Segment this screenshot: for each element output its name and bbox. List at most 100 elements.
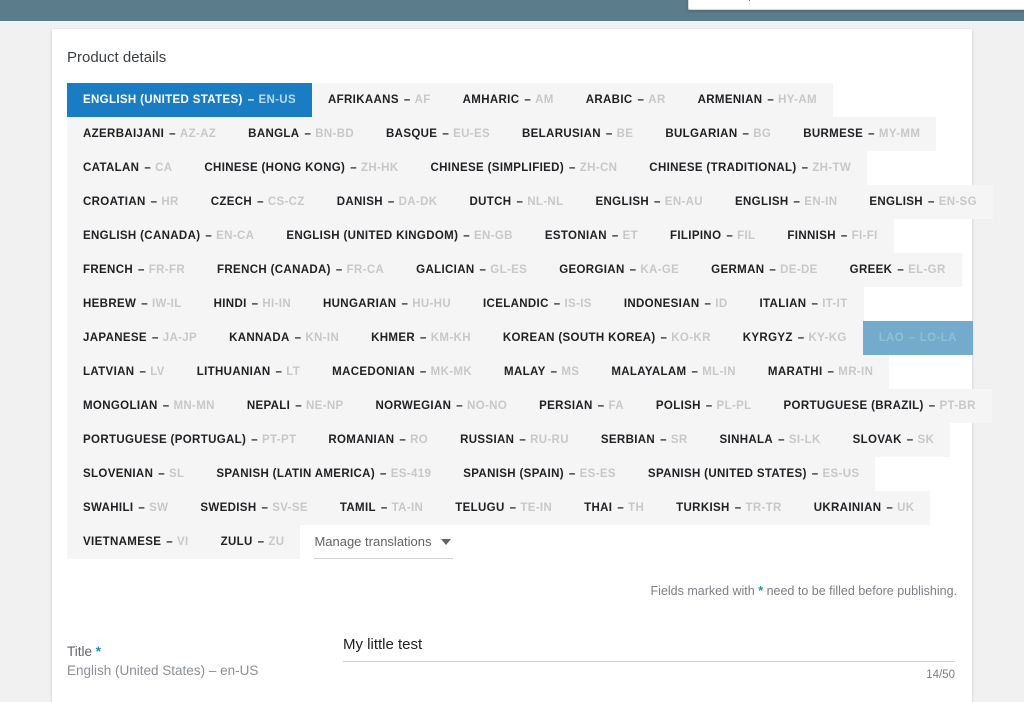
language-tab-lv[interactable]: LATVIAN – LV (67, 355, 181, 389)
language-tab-code: HI-IN (262, 298, 291, 310)
language-tab-ta-in[interactable]: TAMIL – TA-IN (323, 491, 440, 525)
language-tab-it-it[interactable]: ITALIAN – IT-IT (743, 287, 864, 321)
language-tab-code: ES-ES (579, 468, 616, 480)
language-tab-no-no[interactable]: NORWEGIAN – NO-NO (359, 389, 524, 423)
language-tab-ro[interactable]: ROMANIAN – RO (312, 423, 445, 457)
language-tab-ja-jp[interactable]: JAPANESE – JA-JP (67, 321, 214, 355)
language-tab-en-ca[interactable]: ENGLISH (CANADA) – EN-CA (67, 219, 271, 253)
language-tab-km-kh[interactable]: KHMER – KM-KH (355, 321, 487, 355)
language-tab-ky-kg[interactable]: KYRGYZ – KY-KG (726, 321, 863, 355)
language-tab-es-419[interactable]: SPANISH (LATIN AMERICA) – ES-419 (200, 457, 448, 491)
language-tab-en-sg[interactable]: ENGLISH – EN-SG (853, 185, 993, 219)
language-tab-sv-se[interactable]: SWEDISH – SV-SE (184, 491, 324, 525)
language-tab-ru-ru[interactable]: RUSSIAN – RU-RU (444, 423, 585, 457)
language-tab-name: SPANISH (LATIN AMERICA) (216, 468, 376, 480)
language-tab-lo-la[interactable]: LAO – LO-LA (862, 321, 973, 355)
manage-translations-dropdown[interactable]: Manage translations (314, 525, 453, 559)
language-tab-sr[interactable]: SERBIAN – SR (584, 423, 704, 457)
language-tab-name: CHINESE (TRADITIONAL) (649, 162, 797, 174)
language-tab-row: LATVIAN – LV LITHUANIAN – LT MACEDONIAN – MK-MK M… (67, 355, 957, 389)
language-tab-kn-in[interactable]: KANNADA – KN-IN (213, 321, 356, 355)
language-tab-pt-pt[interactable]: PORTUGUESE (PORTUGAL) – PT-PT (67, 423, 313, 457)
language-tab-zh-tw[interactable]: CHINESE (TRADITIONAL) – ZH-TW (633, 151, 868, 185)
language-tab-pt-br[interactable]: PORTUGUESE (BRAZIL) – PT-BR (767, 389, 992, 423)
language-tab-cs-cz[interactable]: CZECH – CS-CZ (194, 185, 321, 219)
language-tab-fr-fr[interactable]: FRENCH – FR-FR (67, 253, 202, 287)
language-tab-fa[interactable]: PERSIAN – FA (523, 389, 640, 423)
language-tab-zu[interactable]: ZULU – ZU (204, 525, 301, 559)
language-tab-sk[interactable]: SLOVAK – SK (836, 423, 951, 457)
language-tab-eu-es[interactable]: BASQUE – EU-ES (370, 117, 506, 151)
language-tab-te-in[interactable]: TELUGU – TE-IN (439, 491, 569, 525)
language-tab-am[interactable]: AMHARIC – AM (446, 83, 570, 117)
language-tab-ko-kr[interactable]: KOREAN (SOUTH KOREA) – KO-KR (486, 321, 727, 355)
language-tab-row: SWAHILI – SW SWEDISH – SV-SE TAMIL – TA-IN TELUGU… (67, 491, 957, 525)
language-tab-code: PT-PT (262, 434, 297, 446)
language-tab-my-mm[interactable]: BURMESE – MY-MM (787, 117, 937, 151)
language-tab-es-es[interactable]: SPANISH (SPAIN) – ES-ES (447, 457, 632, 491)
text-cursor-icon (749, 0, 750, 1)
language-tab-en-au[interactable]: ENGLISH – EN-AU (579, 185, 719, 219)
language-tab-mr-in[interactable]: MARATHI – MR-IN (751, 355, 890, 389)
language-tab-lt[interactable]: LITHUANIAN – LT (180, 355, 317, 389)
language-tab-uk[interactable]: UKRAINIAN – UK (797, 491, 931, 525)
language-tab-vi[interactable]: VIETNAMESE – VI (67, 525, 205, 559)
language-tab-th[interactable]: THAI – TH (568, 491, 661, 525)
language-tab-strip[interactable]: ENGLISH (UNITED STATES) – EN-US AFRIKAANS – A… (67, 83, 993, 559)
language-tab-code: AR (648, 94, 666, 106)
language-tab-separator: – (569, 162, 576, 174)
language-tab-el-gr[interactable]: GREEK – EL-GR (833, 253, 962, 287)
language-tab-separator: – (597, 400, 605, 412)
language-tab-pl-pl[interactable]: POLISH – PL-PL (639, 389, 768, 423)
language-tab-ka-ge[interactable]: GEORGIAN – KA-GE (543, 253, 696, 287)
language-tab-zh-hk[interactable]: CHINESE (HONG KONG) – ZH-HK (188, 151, 415, 185)
language-tab-af[interactable]: AFRIKAANS – AF (311, 83, 447, 117)
language-tab-hy-am[interactable]: ARMENIAN – HY-AM (681, 83, 833, 117)
language-tab-name: PERSIAN (539, 400, 593, 412)
language-tab-de-de[interactable]: GERMAN – DE-DE (695, 253, 834, 287)
language-tab-hu-hu[interactable]: HUNGARIAN – HU-HU (307, 287, 467, 321)
language-tab-da-dk[interactable]: DANISH – DA-DK (320, 185, 454, 219)
language-tab-ne-np[interactable]: NEPALI – NE-NP (230, 389, 360, 423)
page-title: Product details (67, 49, 167, 66)
required-note-prefix: Fields marked with (650, 584, 755, 598)
language-tab-is-is[interactable]: ICELANDIC – IS-IS (467, 287, 608, 321)
language-tab-es-us[interactable]: SPANISH (UNITED STATES) – ES-US (631, 457, 876, 491)
language-tab-id[interactable]: INDONESIAN – ID (607, 287, 744, 321)
language-tab-en-in[interactable]: ENGLISH – EN-IN (718, 185, 854, 219)
language-tab-gl-es[interactable]: GALICIAN – GL-ES (400, 253, 544, 287)
language-tab-bn-bd[interactable]: BANGLA – BN-BD (232, 117, 371, 151)
language-tab-ms[interactable]: MALAY – MS (488, 355, 596, 389)
language-tab-ca[interactable]: CATALAN – CA (67, 151, 189, 185)
language-tab-code: ES-US (822, 468, 860, 480)
language-tab-hi-in[interactable]: HINDI – HI-IN (197, 287, 307, 321)
language-tab-si-lk[interactable]: SINHALA – SI-LK (703, 423, 837, 457)
language-tab-fr-ca[interactable]: FRENCH (CANADA) – FR-CA (201, 253, 401, 287)
language-tab-zh-cn[interactable]: CHINESE (SIMPLIFIED) – ZH-CN (414, 151, 634, 185)
language-tab-be[interactable]: BELARUSIAN – BE (506, 117, 650, 151)
language-tab-sl[interactable]: SLOVENIAN – SL (67, 457, 201, 491)
language-tab-fi-fi[interactable]: FINNISH – FI-FI (771, 219, 894, 253)
language-tab-row: AZERBAIJANI – AZ-AZ BANGLA – BN-BD BASQUE – EU-E… (67, 117, 957, 151)
language-tab-row: JAPANESE – JA-JP KANNADA – KN-IN KHMER – KM-KH KO… (67, 321, 973, 355)
language-tab-bg[interactable]: BULGARIAN – BG (649, 117, 788, 151)
language-tab-name: DUTCH (469, 196, 512, 208)
language-tab-ml-in[interactable]: MALAYALAM – ML-IN (595, 355, 752, 389)
language-tab-nl-nl[interactable]: DUTCH – NL-NL (453, 185, 580, 219)
language-tab-code: BE (616, 128, 634, 140)
language-tab-en-us[interactable]: ENGLISH (UNITED STATES) – EN-US (67, 83, 312, 117)
language-tab-mk-mk[interactable]: MACEDONIAN – MK-MK (316, 355, 489, 389)
language-tab-en-gb[interactable]: ENGLISH (UNITED KINGDOM) – EN-GB (270, 219, 529, 253)
language-tab-az-az[interactable]: AZERBAIJANI – AZ-AZ (67, 117, 233, 151)
language-tab-code: LV (150, 366, 165, 378)
language-tab-et[interactable]: ESTONIAN – ET (528, 219, 655, 253)
title-input[interactable] (343, 636, 955, 662)
language-tab-iw-il[interactable]: HEBREW – IW-IL (67, 287, 198, 321)
language-tab-ar[interactable]: ARABIC – AR (569, 83, 682, 117)
language-tab-fil[interactable]: FILIPINO – FIL (654, 219, 772, 253)
language-tab-tr-tr[interactable]: TURKISH – TR-TR (660, 491, 798, 525)
language-tab-hr[interactable]: CROATIAN – HR (67, 185, 195, 219)
language-tab-sw[interactable]: SWAHILI – SW (67, 491, 185, 525)
language-tab-mn-mn[interactable]: MONGOLIAN – MN-MN (67, 389, 231, 423)
top-overlay-panel[interactable] (688, 0, 1024, 10)
